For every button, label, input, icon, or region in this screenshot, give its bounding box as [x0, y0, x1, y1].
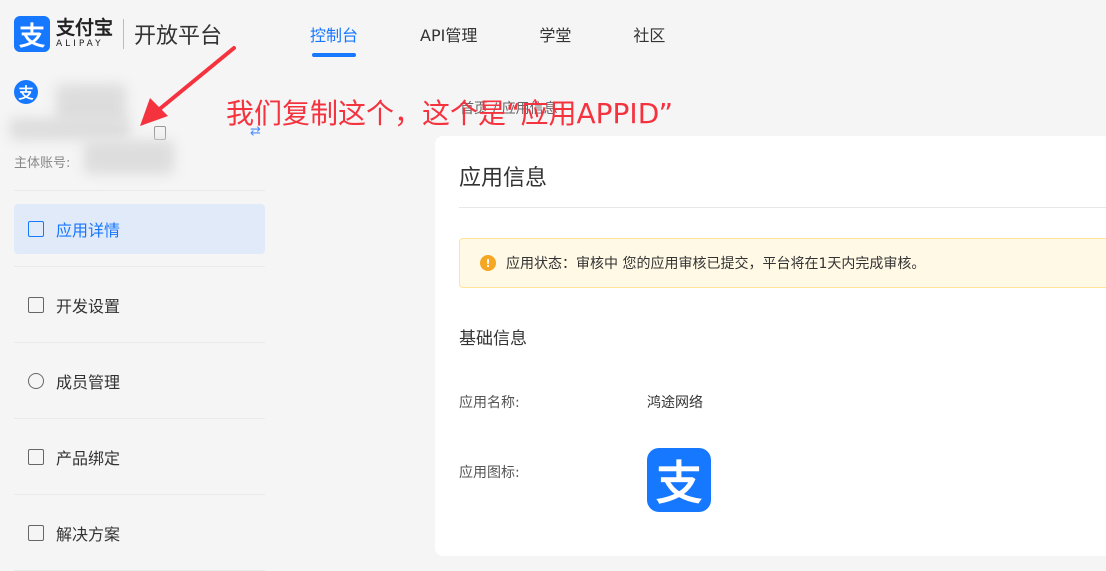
annotation-text: 我们复制这个，这个是“应用APPID”	[226, 97, 674, 130]
annotation-arrow	[140, 46, 236, 126]
